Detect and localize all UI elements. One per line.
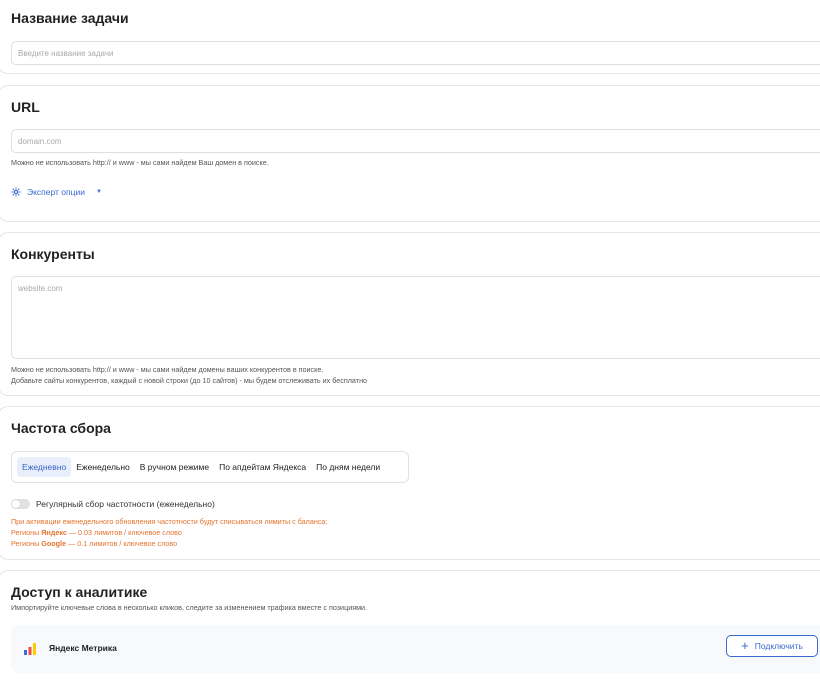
connect-button[interactable]: + Подключить [726,635,818,657]
frequency-card: Частота сбора Ежедневно Еженедельно В ру… [0,406,820,560]
toggle-knob [12,500,20,508]
competitors-title: Конкуренты [11,246,95,262]
competitors-card: Конкуренты Можно не использовать http://… [0,232,820,396]
regular-frequency-toggle[interactable] [11,499,30,509]
expert-options-toggle[interactable]: Эксперт опции ▼ [11,187,102,197]
competitors-textarea[interactable] [11,276,820,359]
analytics-card: Доступ к аналитике Импортируйте ключевые… [0,570,820,679]
frequency-option-yandex-updates[interactable]: По апдейтам Яндекса [214,457,311,477]
url-title: URL [11,99,40,115]
warning-google-suffix: — 0.1 лимитов / ключевое слово [66,539,178,548]
task-name-card: Название задачи [0,0,820,74]
gear-icon [11,187,21,197]
analytics-subtitle: Импортируйте ключевые слова в несколько … [11,603,368,612]
yandex-metrika-name: Яндекс Метрика [49,643,117,653]
connect-button-label: Подключить [754,641,803,651]
plus-icon: + [741,638,749,653]
frequency-option-weekly[interactable]: Еженедельно [71,457,135,477]
frequency-warning-yandex: Регионы Яндекс — 0.03 лимитов / ключевое… [11,527,182,538]
warning-yandex-prefix: Регионы [11,528,42,537]
competitors-hint-2: Добавьте сайты конкурентов, каждый с нов… [11,376,368,385]
yandex-metrika-icon [24,643,36,655]
frequency-segmented-control: Ежедневно Еженедельно В ручном режиме По… [11,451,409,483]
warning-google-name: Google [41,539,67,548]
yandex-metrika-row: Яндекс Метрика + Подключить [11,625,820,673]
url-hint: Можно не использовать http:// и www - мы… [11,158,269,167]
expert-options-label: Эксперт опции [27,187,85,197]
warning-google-prefix: Регионы [11,539,42,548]
frequency-title: Частота сбора [11,420,111,436]
warning-yandex-suffix: — 0.03 лимитов / ключевое слово [66,528,182,537]
task-name-title: Название задачи [11,10,129,26]
regular-frequency-toggle-row[interactable]: Регулярный сбор частотности (еженедельно… [11,499,215,509]
frequency-warning-line: При активации еженедельного обновления ч… [11,517,328,526]
frequency-option-weekdays[interactable]: По дням недели [311,457,385,477]
task-name-input[interactable] [11,41,820,65]
frequency-option-daily[interactable]: Ежедневно [17,457,72,477]
url-card: URL Можно не использовать http:// и www … [0,85,820,222]
frequency-option-manual[interactable]: В ручном режиме [135,457,214,477]
frequency-warning-google: Регионы Google — 0.1 лимитов / ключевое … [11,538,177,549]
analytics-title: Доступ к аналитике [11,584,148,600]
regular-frequency-toggle-label: Регулярный сбор частотности (еженедельно… [36,499,215,509]
warning-yandex-name: Яндекс [41,528,67,537]
competitors-hint-1: Можно не использовать http:// и www - мы… [11,365,324,374]
url-input[interactable] [11,129,820,153]
caret-down-icon: ▼ [96,189,102,195]
